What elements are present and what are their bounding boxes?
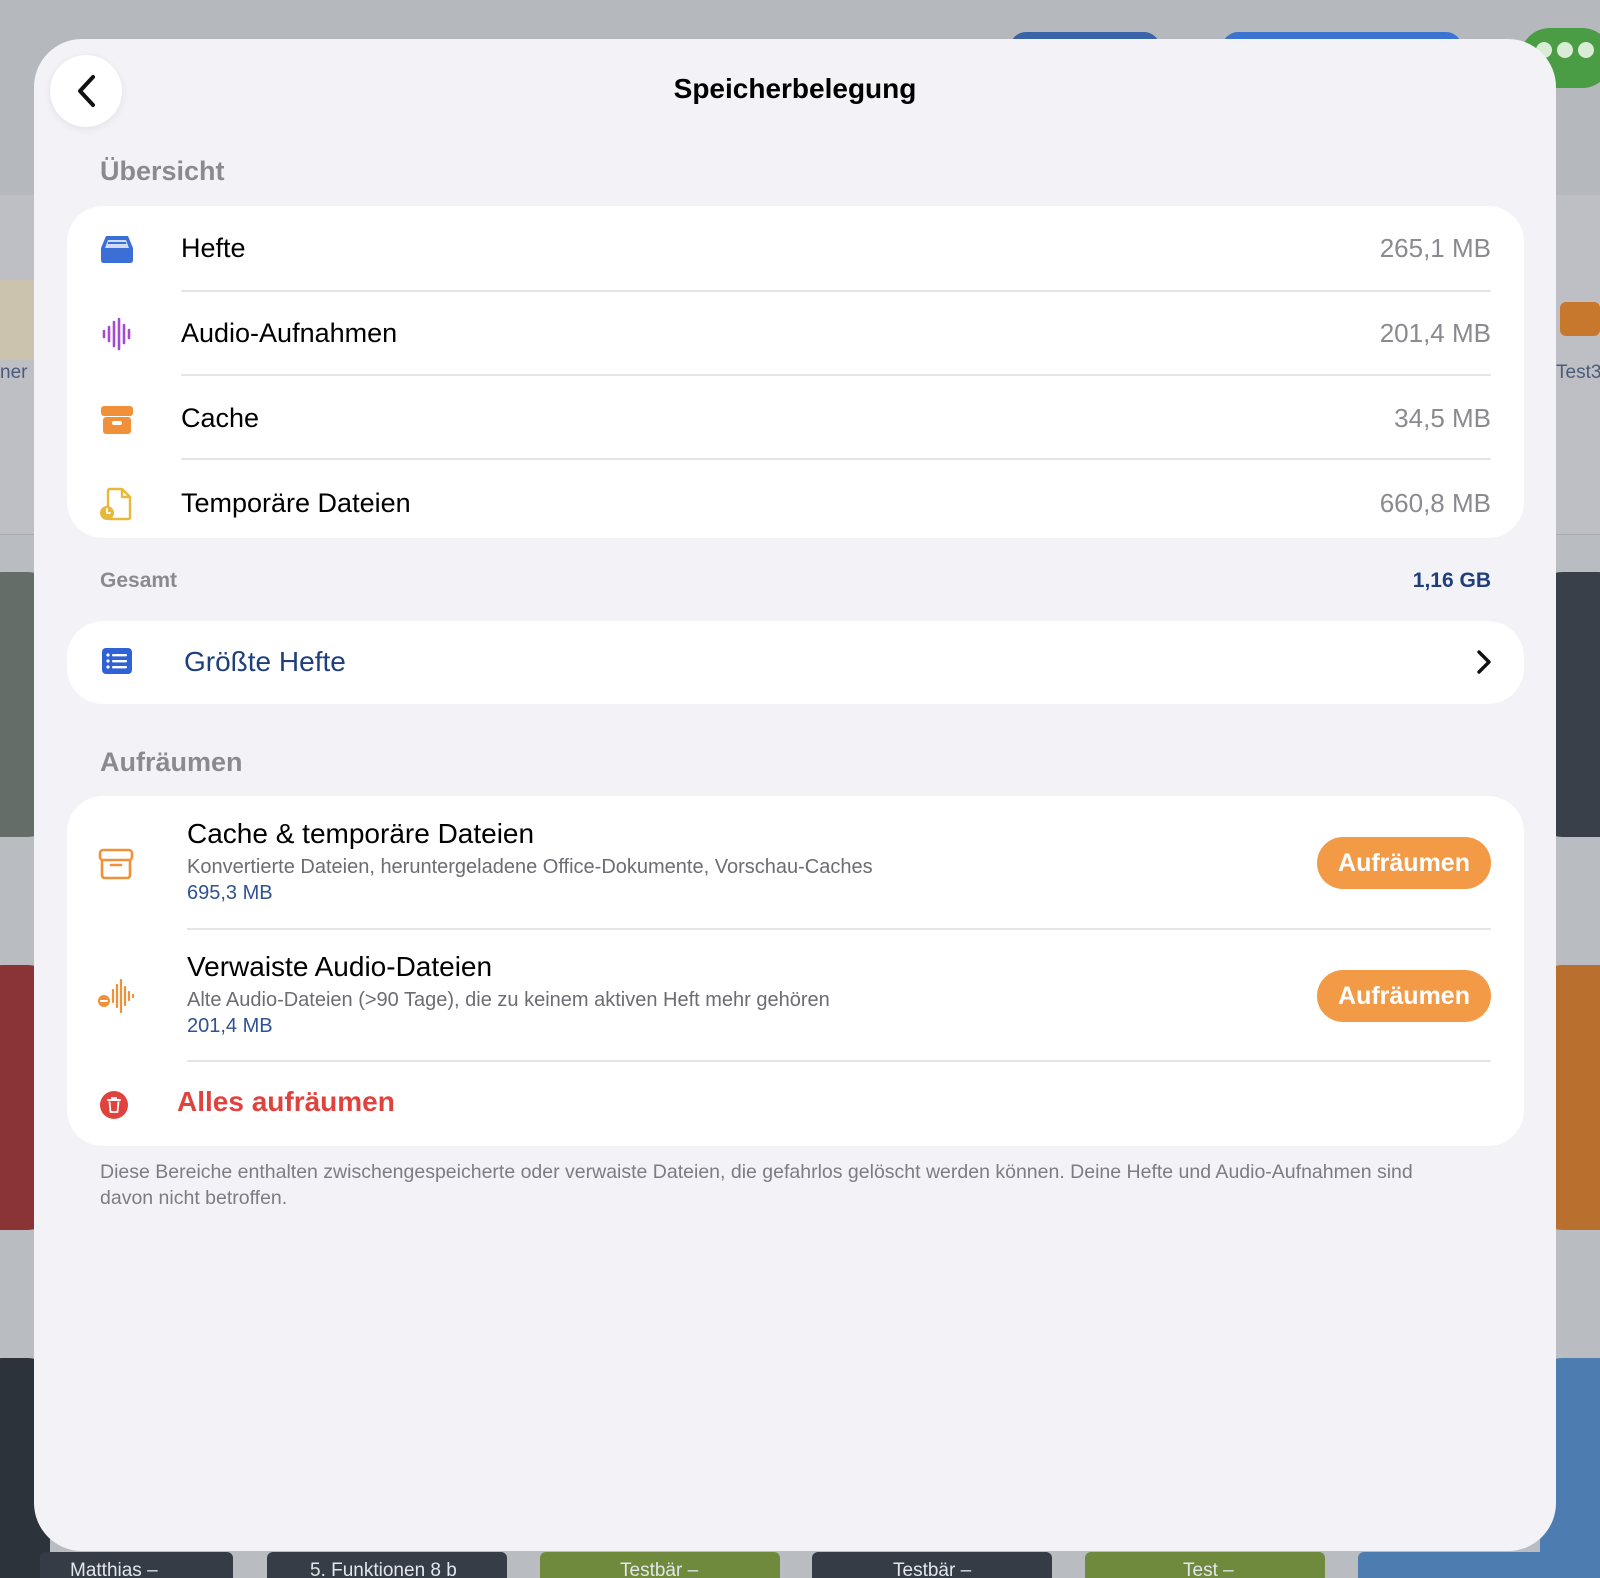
row-divider [181, 458, 1491, 460]
background-notebook-title: Test – [1183, 1560, 1234, 1578]
cleanup-row-cache: Cache & temporäre Dateien Konvertierte D… [67, 796, 1524, 929]
list-icon [102, 648, 132, 674]
background-label: Test3 [1556, 362, 1600, 383]
overview-row-temp: Temporäre Dateien 660,8 MB [67, 461, 1524, 538]
section-header-overview: Übersicht [100, 156, 225, 186]
overview-value: 660,8 MB [1379, 488, 1491, 518]
total-value: 1,16 GB [1412, 569, 1491, 592]
overview-row-hefte: Hefte 265,1 MB [67, 206, 1524, 291]
overview-value: 201,4 MB [1379, 318, 1491, 348]
waveform-minus-icon [98, 978, 135, 1014]
background-notebook-title: Testbär – [620, 1560, 699, 1578]
overview-card: Hefte 265,1 MB Audio-Aufnahmen 201,4 MB [67, 206, 1524, 538]
total-label: Gesamt [100, 569, 178, 592]
cleanup-description: Alte Audio-Dateien (>90 Tage), die zu ke… [187, 989, 830, 1011]
overview-value: 34,5 MB [1394, 403, 1491, 433]
overview-label: Temporäre Dateien [181, 488, 411, 518]
tray-icon [101, 235, 133, 263]
background-notebook-title: Testbär – [893, 1560, 972, 1578]
cleanup-all-row[interactable]: Alles aufräumen [67, 1062, 1524, 1146]
archivebox-icon [101, 405, 133, 434]
cleanup-all-label: Alles aufräumen [177, 1086, 395, 1117]
trash-icon [100, 1091, 128, 1119]
cleanup-audio-button[interactable]: Aufräumen [1317, 970, 1491, 1022]
cleanup-title: Verwaiste Audio-Dateien [187, 951, 493, 982]
largest-notebooks-card: Größte Hefte [67, 621, 1524, 704]
background-notebook-title: Matthias – [70, 1560, 158, 1578]
chevron-right-icon [1477, 650, 1491, 674]
cleanup-size: 201,4 MB [187, 1015, 273, 1037]
cleanup-row-audio: Verwaiste Audio-Dateien Alte Audio-Datei… [67, 929, 1524, 1062]
cleanup-description: Konvertierte Dateien, heruntergeladene O… [187, 856, 873, 878]
cleanup-size: 695,3 MB [187, 882, 273, 904]
footnote: Diese Bereiche enthalten zwischengespeic… [100, 1161, 1413, 1209]
background-notebook [1358, 1552, 1600, 1578]
cleanup-cache-button[interactable]: Aufräumen [1317, 837, 1491, 889]
doc-clock-icon [100, 487, 132, 520]
overview-label: Cache [181, 403, 260, 433]
waveform-icon [102, 317, 131, 350]
overview-value: 265,1 MB [1379, 233, 1491, 263]
overview-label: Hefte [181, 233, 246, 263]
largest-notebooks-label: Größte Hefte [184, 646, 346, 677]
largest-notebooks-row[interactable]: Größte Hefte [67, 621, 1524, 704]
sheet-title: Speicherbelegung [673, 73, 917, 104]
background-folder [0, 280, 36, 360]
cleanup-card: Cache & temporäre Dateien Konvertierte D… [67, 796, 1524, 1146]
storage-sheet: Speicherbelegung Übersicht Hefte 265,1 M… [34, 39, 1556, 1551]
section-header-cleanup: Aufräumen [100, 747, 243, 777]
overview-row-audio: Audio-Aufnahmen 201,4 MB [67, 291, 1524, 376]
cleanup-title: Cache & temporäre Dateien [187, 818, 535, 849]
overview-row-cache: Cache 34,5 MB [67, 376, 1524, 461]
archivebox-icon [98, 848, 134, 880]
background-label: ner [0, 362, 28, 383]
folder-icon [1560, 302, 1600, 336]
background-notebook-title: 5. Funktionen 8 b [310, 1560, 457, 1578]
overview-label: Audio-Aufnahmen [181, 318, 398, 348]
